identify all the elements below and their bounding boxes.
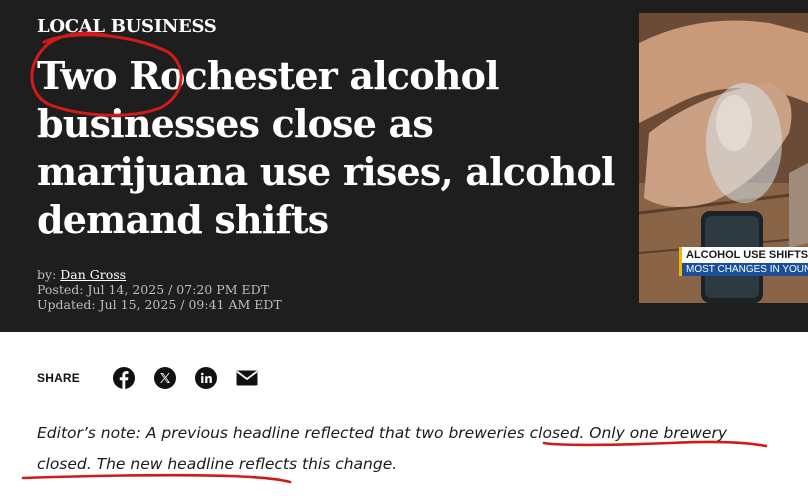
article-headline: Two Rochester alcohol businesses close a…: [37, 53, 615, 242]
section-kicker[interactable]: LOCAL BUSINESS: [37, 16, 217, 37]
video-thumbnail[interactable]: ALCOHOL USE SHIFTS MOST CHANGES IN YOUNG: [639, 13, 808, 303]
posted-date: Posted: Jul 14, 2025 / 07:20 PM EDT: [37, 282, 269, 297]
share-label: SHARE: [37, 371, 81, 385]
chyron-subtitle: MOST CHANGES IN YOUNG: [679, 263, 808, 276]
updated-date: Updated: Jul 15, 2025 / 09:41 AM EDT: [37, 297, 282, 312]
editors-note-prefix: Editor’s note: A previous headline refle…: [37, 424, 585, 442]
byline: by: Dan Gross Posted: Jul 14, 2025 / 07:…: [37, 267, 282, 312]
facebook-icon[interactable]: [113, 367, 136, 389]
linkedin-icon[interactable]: [195, 367, 218, 389]
share-bar: SHARE: [37, 366, 277, 390]
article-header: LOCAL BUSINESS Two Rochester alcohol bus…: [0, 0, 808, 332]
editors-note: Editor’s note: A previous headline refle…: [37, 418, 777, 480]
author-link[interactable]: Dan Gross: [60, 267, 126, 282]
chyron-title: ALCOHOL USE SHIFTS: [679, 247, 808, 263]
x-icon[interactable]: [154, 367, 177, 389]
byline-prefix: by:: [37, 267, 57, 282]
author-line: by: Dan Gross: [37, 267, 282, 282]
video-chyron: ALCOHOL USE SHIFTS MOST CHANGES IN YOUNG: [679, 247, 808, 276]
email-icon[interactable]: [236, 367, 258, 389]
